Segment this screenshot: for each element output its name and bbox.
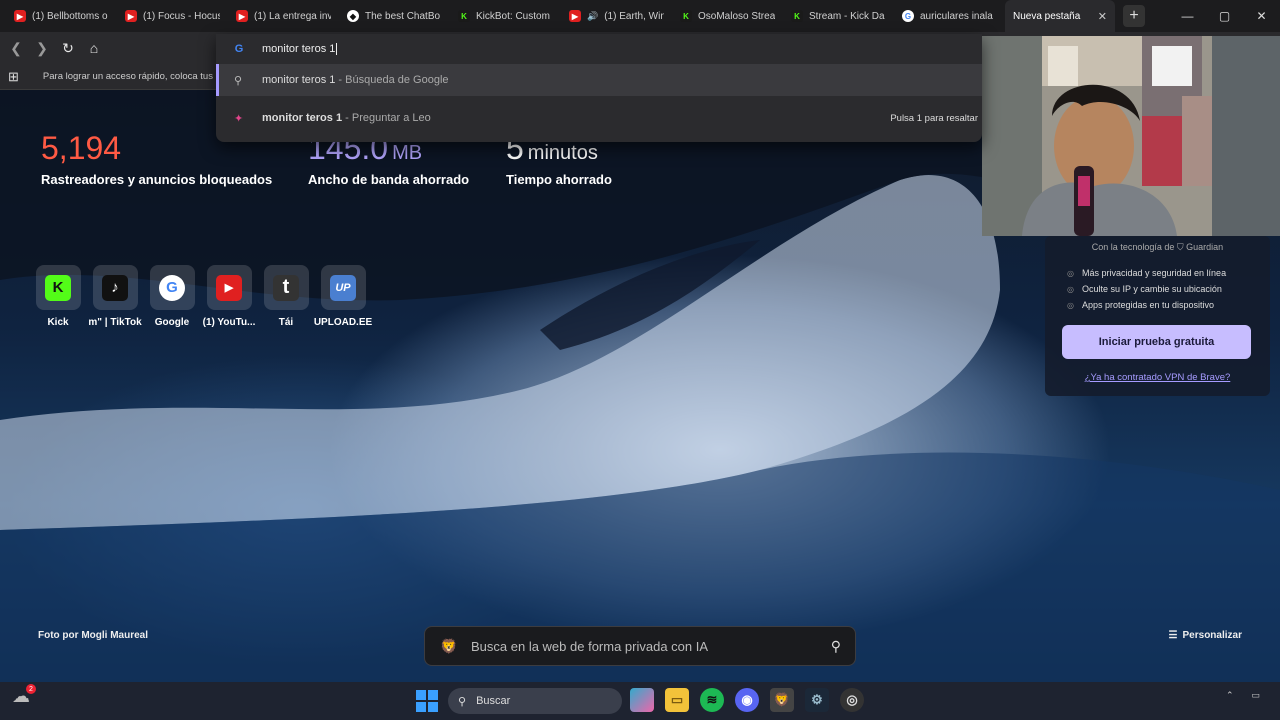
tiktok-icon: ♪ xyxy=(102,274,128,301)
kick-icon: K xyxy=(680,10,692,22)
youtube-icon: ▶ xyxy=(14,10,26,22)
reload-icon[interactable]: ↻ xyxy=(60,40,76,56)
top-site-kick[interactable]: K Kick xyxy=(34,265,82,328)
youtube-icon: ▶ xyxy=(569,10,581,22)
vpn-card: Con la tecnología de ⛉ Guardian ◎ Más pri… xyxy=(1045,236,1270,396)
new-tab-button[interactable]: + xyxy=(1123,5,1145,27)
t-icon: t xyxy=(273,274,299,301)
address-input[interactable]: monitor teros 1 xyxy=(262,43,335,55)
tab[interactable]: ◆ The best ChatBo xyxy=(339,0,450,32)
stat-label: Tiempo ahorrado xyxy=(506,172,612,187)
taskbar: ☁ 2 ⚲ Buscar ▭ ≋ ◉ 🦁 ⚙ ◎ ⌃ ▭ xyxy=(0,682,1280,720)
apps-grid-icon[interactable]: ⊞ xyxy=(8,69,19,85)
webcam-overlay xyxy=(982,36,1280,236)
minimize-icon[interactable]: — xyxy=(1169,0,1206,32)
spotify-icon[interactable]: ≋ xyxy=(700,688,724,712)
tab-active[interactable]: Nueva pestaña ✕ xyxy=(1005,0,1115,32)
tab[interactable]: K OsoMaloso Strea xyxy=(672,0,783,32)
vpn-features: ◎ Más privacidad y seguridad en línea ◎ Oc… xyxy=(1067,265,1270,313)
webcam-feed xyxy=(982,36,1280,236)
steam-icon[interactable]: ⚙ xyxy=(805,688,829,712)
top-site-tai[interactable]: t Tái xyxy=(262,265,310,328)
system-tray: ⌃ ▭ xyxy=(1226,690,1260,701)
tab[interactable]: ▶ (1) Bellbottoms o xyxy=(6,0,117,32)
kick-icon: K xyxy=(45,274,71,301)
taskbar-apps: ▭ ≋ ◉ 🦁 ⚙ ◎ xyxy=(630,688,864,712)
upload-icon: UP xyxy=(330,274,356,301)
top-site-youtube[interactable]: ▶ (1) YouTu... xyxy=(203,265,255,328)
tab-strip: ▶ (1) Bellbottoms o ▶ (1) Focus - Hocus ▶(… xyxy=(0,0,1280,32)
stat-unit: minutos xyxy=(527,142,598,164)
brave-icon: 🦁 xyxy=(440,637,458,654)
tab[interactable]: ▶ (1) La entrega inv xyxy=(228,0,339,32)
google-icon: G xyxy=(159,274,185,301)
suggestion-google-search[interactable]: ⚲ monitor teros 1 - Búsqueda de Google xyxy=(216,64,982,96)
tab[interactable]: K KickBot: Custom xyxy=(450,0,561,32)
top-sites: K Kick ♪ m" | TikTok G Google ▶ (1) YouT… xyxy=(34,265,372,328)
vpn-subscribed-link[interactable]: ¿Ya ha contratado VPN de Brave? xyxy=(1045,372,1270,383)
suggestion-ask-leo[interactable]: ✦ monitor teros 1 - Preguntar a Leo Puls… xyxy=(216,102,982,134)
audio-icon[interactable]: 🔊 xyxy=(587,11,598,22)
stat-unit: MB xyxy=(392,142,423,164)
suggestion-hint: Pulsa 1 para resaltar xyxy=(890,112,978,124)
kick-icon: K xyxy=(791,10,803,22)
leo-icon: ✦ xyxy=(234,112,244,125)
text-caret xyxy=(336,43,338,56)
list-item: ◎ Más privacidad y seguridad en línea xyxy=(1067,268,1227,278)
check-icon: ◎ xyxy=(1067,268,1074,278)
sliders-icon: ☰ xyxy=(1168,630,1178,641)
copilot-icon[interactable] xyxy=(630,688,654,712)
network-icon[interactable]: ▭ xyxy=(1251,690,1260,701)
check-icon: ◎ xyxy=(1067,284,1074,294)
app-icon[interactable]: ◎ xyxy=(840,688,864,712)
back-icon[interactable]: ❮ xyxy=(8,40,24,56)
guardian-icon: ⛉ xyxy=(1176,242,1184,252)
top-site-google[interactable]: G Google xyxy=(148,265,196,328)
stat-label: Ancho de banda ahorrado xyxy=(308,172,470,187)
discord-icon[interactable]: ◉ xyxy=(735,688,759,712)
chevron-up-icon[interactable]: ⌃ xyxy=(1226,690,1234,701)
search-icon: ⚲ xyxy=(234,74,243,87)
chatbot-icon: ◆ xyxy=(347,10,359,22)
tab[interactable]: ▶ (1) Focus - Hocus xyxy=(117,0,228,32)
top-site-tiktok[interactable]: ♪ m" | TikTok xyxy=(88,265,142,328)
brave-browser-icon[interactable]: 🦁 xyxy=(770,688,794,712)
personalize-button[interactable]: ☰ Personalizar xyxy=(1169,630,1242,641)
omnibox-dropdown: G monitor teros 1 ⚲ monitor teros 1 - Bú… xyxy=(216,34,982,142)
kick-icon: K xyxy=(458,10,470,22)
google-icon: G xyxy=(902,10,914,22)
bookmarks-hint: Para lograr un acceso rápido, coloca tus xyxy=(42,71,213,82)
forward-icon[interactable]: ❯ xyxy=(34,40,50,56)
youtube-icon: ▶ xyxy=(216,274,242,301)
list-item: ◎ Oculte su IP y cambie su ubicación xyxy=(1067,284,1222,294)
list-item: ◎ Apps protegidas en tu dispositivo xyxy=(1067,300,1215,310)
start-button[interactable] xyxy=(416,690,438,712)
search-icon: ⚲ xyxy=(458,695,467,708)
top-site-upload[interactable]: UP UPLOAD.EE xyxy=(314,265,372,328)
start-trial-button[interactable]: Iniciar prueba gratuita xyxy=(1062,325,1251,359)
stat-label: Rastreadores y anuncios bloqueados xyxy=(41,172,273,187)
taskbar-search[interactable]: ⚲ Buscar xyxy=(448,688,622,714)
tab[interactable]: K Stream - Kick Da xyxy=(783,0,894,32)
youtube-icon: ▶ xyxy=(125,10,137,22)
check-icon: ◎ xyxy=(1067,300,1074,310)
youtube-icon: ▶ xyxy=(236,10,248,22)
home-icon[interactable]: ⌂ xyxy=(86,40,102,56)
search-input[interactable]: Busca en la web de forma privada con IA xyxy=(471,639,817,654)
close-window-icon[interactable]: ✕ xyxy=(1243,0,1280,32)
address-bar[interactable]: G monitor teros 1 xyxy=(216,34,982,64)
close-icon[interactable]: ✕ xyxy=(1098,10,1107,23)
photo-credit[interactable]: Foto por Mogli Maureal xyxy=(38,630,148,641)
google-icon: G xyxy=(234,43,244,55)
weather-widget[interactable]: ☁ 2 xyxy=(12,684,36,707)
window-controls: — ▢ ✕ xyxy=(1169,0,1280,32)
file-explorer-icon[interactable]: ▭ xyxy=(665,688,689,712)
search-box[interactable]: 🦁 Busca en la web de forma privada con I… xyxy=(424,626,856,666)
search-icon[interactable]: ⚲ xyxy=(831,638,841,655)
notification-badge: 2 xyxy=(26,684,36,694)
tab[interactable]: ▶ 🔊 (1) Earth, Win xyxy=(561,0,672,32)
maximize-icon[interactable]: ▢ xyxy=(1206,0,1243,32)
tab[interactable]: Gauriculares inala xyxy=(894,0,1005,32)
